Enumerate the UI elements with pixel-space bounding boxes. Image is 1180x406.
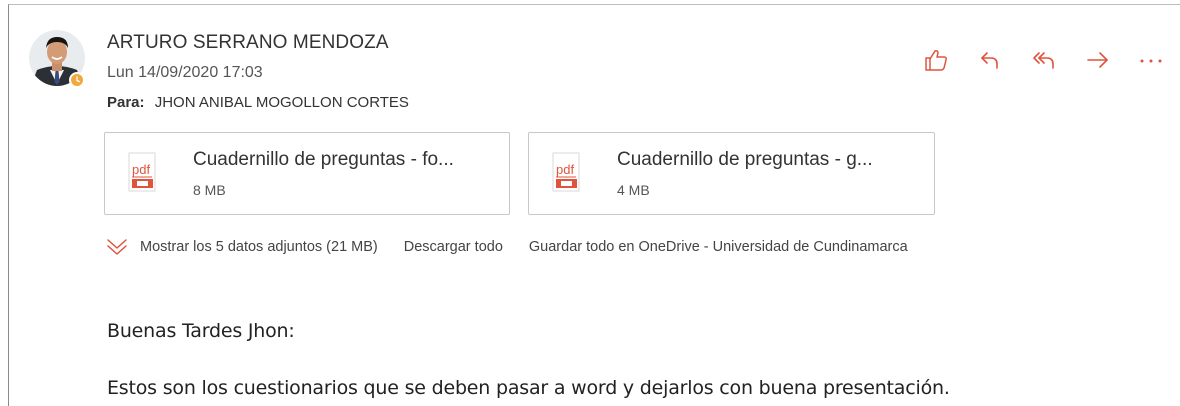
save-to-onedrive-link[interactable]: Guardar todo en OneDrive - Universidad d… (529, 239, 908, 255)
pdf-icon-label: pdf (556, 162, 574, 177)
attachment-actions: Mostrar los 5 datos adjuntos (21 MB) Des… (106, 236, 908, 258)
to-label: Para: (107, 94, 145, 111)
attachment-size: 4 MB (617, 182, 650, 198)
more-actions-button[interactable] (1138, 46, 1164, 74)
sent-datetime: Lun 14/09/2020 17:03 (107, 64, 263, 81)
pdf-icon-label: pdf (132, 162, 150, 177)
show-all-attachments-link[interactable]: Mostrar los 5 datos adjuntos (21 MB) (140, 239, 378, 255)
expand-attachments-button[interactable] (106, 236, 128, 258)
away-status-icon (69, 72, 85, 88)
like-icon (925, 50, 947, 71)
message-paragraph: Estos son los cuestionarios que se deben… (107, 377, 950, 399)
attachment-name: Cuadernillo de preguntas - g... (617, 149, 873, 170)
reply-button[interactable] (976, 46, 1004, 74)
attachment-card[interactable]: pdf Cuadernillo de preguntas - g... 4 MB (528, 132, 935, 215)
message-actions (922, 46, 1164, 74)
chevron-down-double-icon (107, 239, 127, 255)
sender-avatar[interactable] (29, 30, 85, 88)
sender-name[interactable]: ARTURO SERRANO MENDOZA (107, 32, 389, 54)
forward-icon (1087, 52, 1108, 68)
more-actions-icon (1140, 59, 1162, 63)
attachment-name: Cuadernillo de preguntas - fo... (193, 149, 454, 170)
pdf-file-icon: pdf (552, 152, 580, 192)
recipient-name[interactable]: JHON ANIBAL MOGOLLON CORTES (155, 94, 409, 111)
attachment-size: 8 MB (193, 182, 226, 198)
reply-all-button[interactable] (1030, 46, 1058, 74)
recipient-row: Para: JHON ANIBAL MOGOLLON CORTES (107, 94, 409, 111)
download-all-link[interactable]: Descargar todo (404, 239, 503, 255)
message-greeting: Buenas Tardes Jhon: (107, 320, 295, 342)
pdf-file-icon: pdf (128, 152, 156, 192)
forward-button[interactable] (1084, 46, 1112, 74)
attachment-card[interactable]: pdf Cuadernillo de preguntas - fo... 8 M… (104, 132, 510, 215)
like-button[interactable] (922, 46, 950, 74)
reply-icon (981, 52, 998, 69)
reply-all-icon (1033, 52, 1054, 69)
